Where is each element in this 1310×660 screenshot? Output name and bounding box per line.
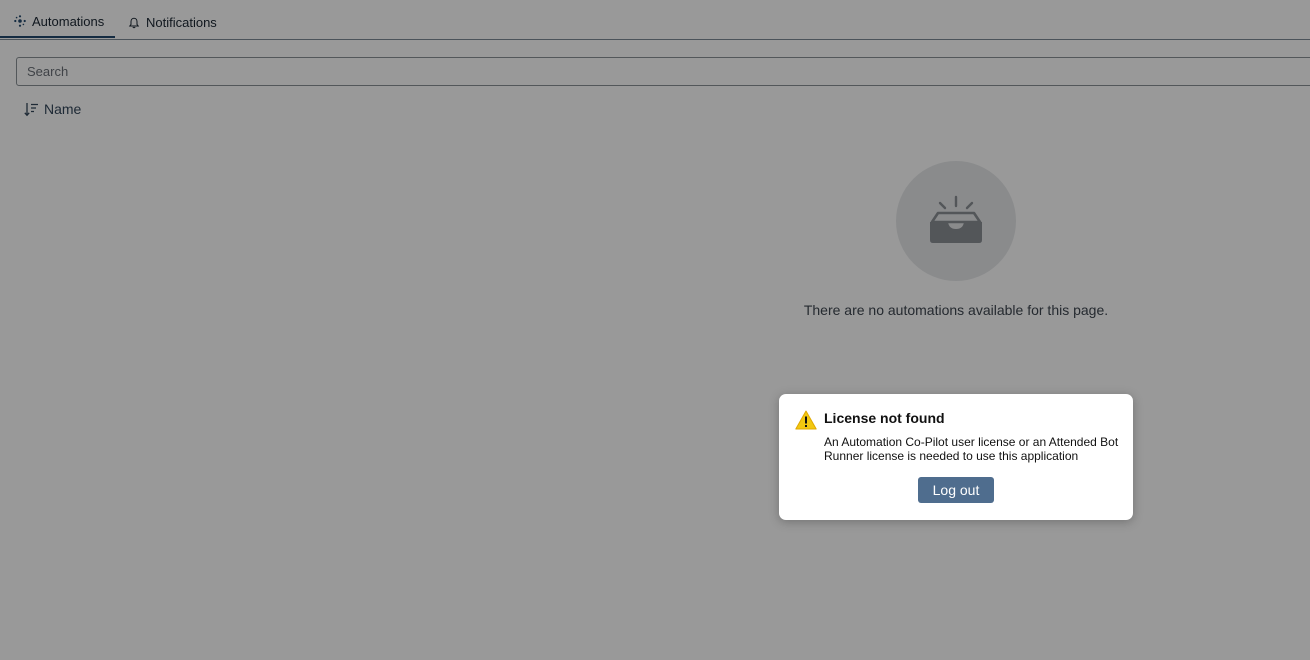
logout-button[interactable]: Log out — [918, 477, 994, 503]
dialog-title: License not found — [824, 410, 945, 426]
dialog-message: An Automation Co-Pilot user license or a… — [824, 435, 1119, 463]
modal-backdrop — [0, 0, 1310, 660]
license-dialog: License not found An Automation Co-Pilot… — [779, 394, 1133, 520]
warning-icon — [795, 410, 817, 430]
